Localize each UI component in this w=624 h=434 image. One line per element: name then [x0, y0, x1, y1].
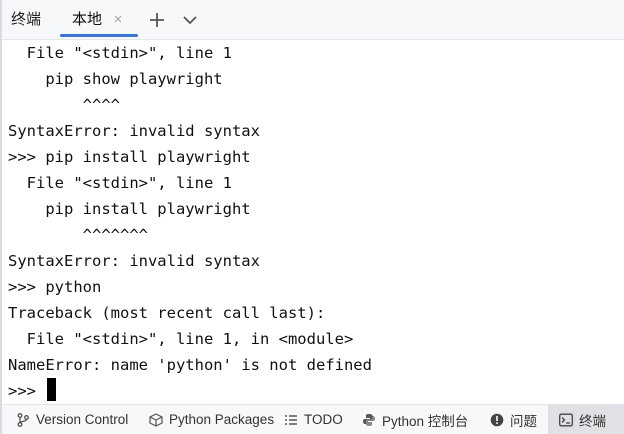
text-cursor — [47, 378, 57, 401]
terminal-prompt-line[interactable]: >>> — [8, 378, 57, 404]
terminal-line: >>> python — [8, 278, 102, 296]
problems-icon — [490, 413, 504, 427]
tool-version-control[interactable]: Version Control — [16, 405, 128, 434]
terminal-tool-window: 终端 本地 × File "<stdin>", line 1 pip show … — [0, 0, 624, 434]
bottom-tool-bar: Version Control Python Packages TODO Pyt… — [2, 404, 624, 434]
tab-local[interactable]: 本地 × — [60, 0, 138, 40]
tool-problems[interactable]: 问题 — [490, 405, 537, 434]
chevron-down-icon — [183, 16, 197, 25]
tool-label: TODO — [304, 412, 343, 427]
terminal-line: SyntaxError: invalid syntax — [8, 122, 260, 140]
terminal-line: pip show playwright — [8, 70, 223, 88]
version-control-icon — [16, 412, 30, 427]
terminal-line: >>> pip install playwright — [8, 148, 251, 166]
tool-terminal[interactable]: 终端 — [548, 405, 624, 434]
tool-label: Python Packages — [169, 412, 275, 427]
terminal-line: File "<stdin>", line 1 — [8, 44, 232, 62]
plus-icon — [150, 13, 164, 27]
terminal-line: File "<stdin>", line 1 — [8, 174, 232, 192]
terminal-line: SyntaxError: invalid syntax — [8, 252, 260, 270]
tool-label: 终端 — [579, 413, 606, 429]
terminal-line: ^^^^^^^ — [8, 226, 148, 244]
terminal-icon — [559, 413, 573, 427]
terminal-line: Traceback (most recent call last): — [8, 304, 326, 322]
terminal-line: File "<stdin>", line 1, in <module> — [8, 330, 354, 348]
tool-python-console[interactable]: Python 控制台 — [362, 405, 468, 434]
python-console-icon — [362, 413, 376, 427]
tab-local-label: 本地 — [72, 11, 103, 28]
terminal-line: pip install playwright — [8, 200, 251, 218]
terminal-output[interactable]: File "<stdin>", line 1 pip show playwrig… — [2, 40, 624, 404]
tool-window-title: 终端 — [11, 11, 42, 28]
terminal-tab-bar: 终端 本地 × — [2, 0, 624, 40]
tool-python-packages[interactable]: Python Packages — [149, 405, 274, 434]
close-icon[interactable]: × — [110, 10, 126, 30]
tool-label: Version Control — [36, 412, 129, 427]
tool-todo[interactable]: TODO — [284, 405, 343, 434]
python-packages-icon — [149, 412, 163, 427]
terminal-prompt: >>> — [8, 382, 46, 400]
tool-label: 问题 — [510, 413, 537, 429]
tool-label: Python 控制台 — [382, 413, 469, 429]
active-tab-indicator — [60, 34, 138, 37]
new-tab-button[interactable] — [147, 10, 167, 30]
terminal-line: ^^^^ — [8, 96, 120, 114]
terminal-line: NameError: name 'python' is not defined — [8, 356, 372, 374]
tab-options-button[interactable] — [180, 10, 200, 30]
todo-list-icon — [284, 413, 298, 427]
